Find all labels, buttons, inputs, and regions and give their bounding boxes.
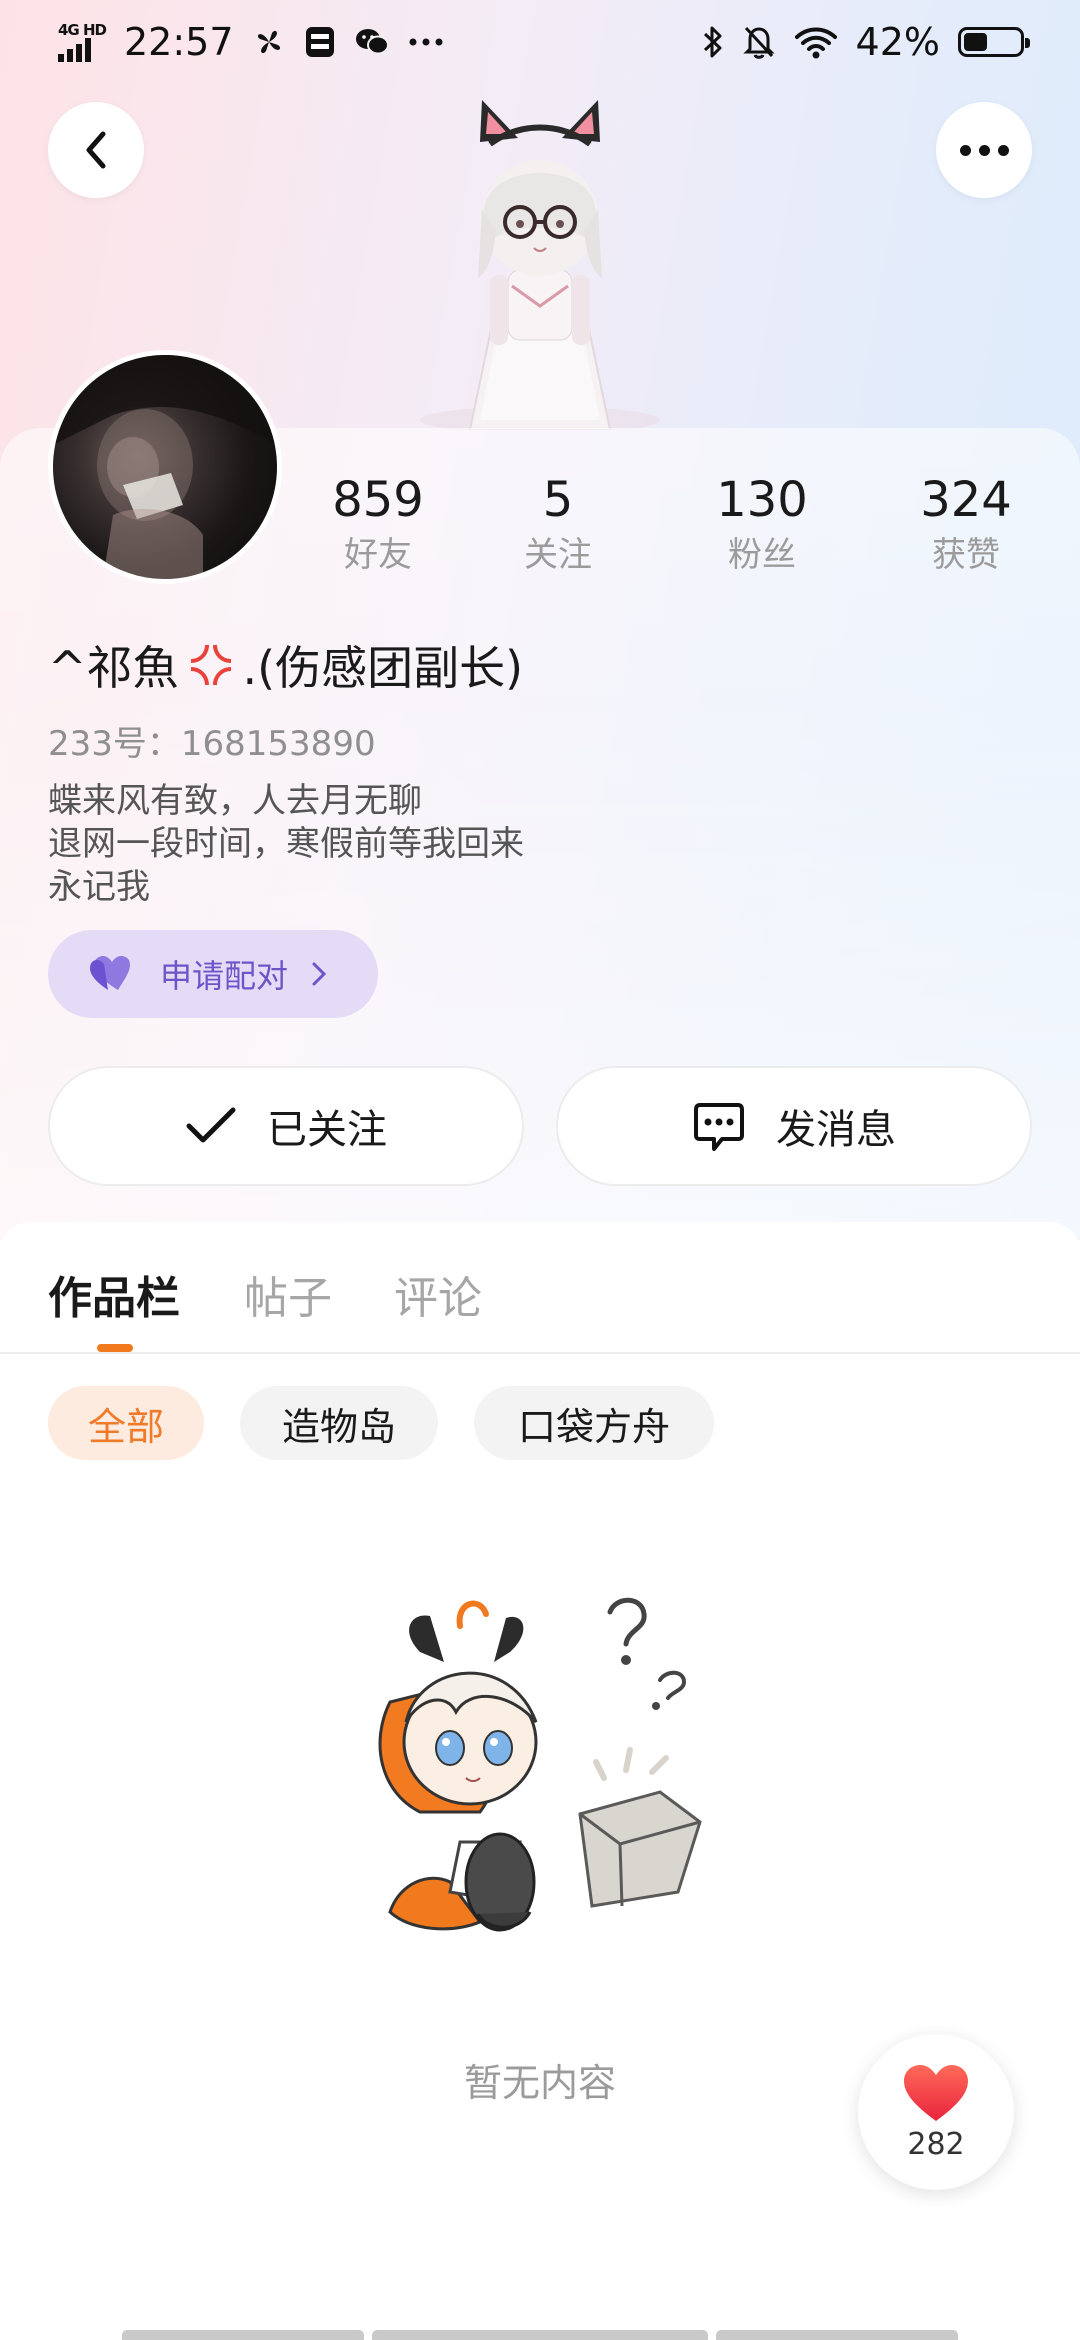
wifi-icon	[794, 25, 838, 59]
stat-label: 关注	[524, 535, 592, 575]
back-button[interactable]	[48, 102, 144, 198]
chevron-right-icon	[310, 960, 328, 988]
more-options-button[interactable]	[936, 102, 1032, 198]
chat-bubble-icon	[692, 1099, 746, 1153]
user-nickname: ^祁魚 .(伤感团副长)	[48, 632, 523, 698]
tab-comments[interactable]: 评论	[394, 1262, 482, 1326]
heart-icon	[902, 2063, 970, 2123]
bottom-scroll-indicator	[716, 2330, 958, 2340]
send-message-label: 发消息	[776, 1107, 896, 1153]
double-heart-icon	[88, 954, 138, 994]
tab-posts[interactable]: 帖子	[244, 1262, 332, 1326]
like-count: 282	[907, 2126, 965, 2162]
like-button[interactable]: 282	[858, 2034, 1014, 2190]
cellular-signal-icon: 4G HD	[58, 22, 107, 62]
stat-following[interactable]: 5 关注	[478, 470, 638, 580]
more-horizontal-icon	[959, 144, 1009, 156]
status-time: 22:57	[123, 20, 234, 64]
active-tab-indicator	[97, 1344, 133, 1352]
apply-pair-button[interactable]: 申请配对	[48, 930, 378, 1018]
stat-value: 5	[542, 472, 574, 528]
stat-label: 好友	[344, 535, 412, 575]
followed-button[interactable]: 已关注	[48, 1066, 524, 1186]
filter-chip-creation-island[interactable]: 造物岛	[240, 1386, 438, 1460]
mute-bell-icon	[742, 24, 776, 60]
windmill-icon	[252, 25, 286, 59]
wechat-icon	[354, 26, 390, 58]
bio-line: 永记我	[48, 867, 150, 907]
stat-fans[interactable]: 130 粉丝	[682, 470, 842, 580]
filter-chip-pocket-ark[interactable]: 口袋方舟	[474, 1386, 714, 1460]
status-bar: 4G HD 22:57 42%	[0, 0, 1080, 84]
apply-pair-label: 申请配对	[160, 957, 289, 995]
filter-chip-all[interactable]: 全部	[48, 1386, 204, 1460]
sim-card-icon	[304, 25, 336, 59]
bio-line: 退网一段时间，寒假前等我回来	[48, 824, 524, 864]
profile-stats: 859 好友 5 关注 130 粉丝 324 获赞	[0, 470, 1080, 590]
user-id: 233号：168153890	[48, 724, 376, 764]
nickname-prefix: ^祁魚	[48, 641, 179, 695]
nickname-suffix: .(伤感团副长)	[242, 641, 524, 695]
bottom-scroll-indicator	[122, 2330, 364, 2340]
stat-value: 859	[332, 472, 424, 528]
stat-value: 130	[716, 472, 808, 528]
character-avatar-figure[interactable]	[400, 100, 680, 430]
checkmark-icon	[185, 1106, 237, 1146]
followed-label: 已关注	[267, 1107, 387, 1153]
stat-value: 324	[920, 472, 1012, 528]
tab-works[interactable]: 作品栏	[48, 1262, 180, 1326]
bottom-scroll-indicator	[372, 2330, 708, 2340]
empty-state-illustration	[378, 1597, 702, 1932]
stat-label: 获赞	[932, 535, 1000, 575]
stat-likes-received[interactable]: 324 获赞	[886, 470, 1046, 580]
stat-label: 粉丝	[728, 535, 796, 575]
back-arrow-icon	[81, 128, 111, 172]
bluetooth-icon	[702, 24, 724, 60]
battery-icon	[958, 27, 1030, 57]
bio-line: 蝶来风有致，人去月无聊	[48, 781, 422, 821]
battery-percent: 42%	[855, 20, 940, 64]
user-bio: 蝶来风有致，人去月无聊 退网一段时间，寒假前等我回来 永记我	[48, 780, 524, 909]
stat-friends[interactable]: 859 好友	[298, 470, 458, 580]
tab-bar: 作品栏 帖子 评论	[0, 1222, 1080, 1354]
anger-emoji-icon	[183, 637, 239, 693]
more-dots-icon	[408, 37, 444, 47]
send-message-button[interactable]: 发消息	[556, 1066, 1032, 1186]
